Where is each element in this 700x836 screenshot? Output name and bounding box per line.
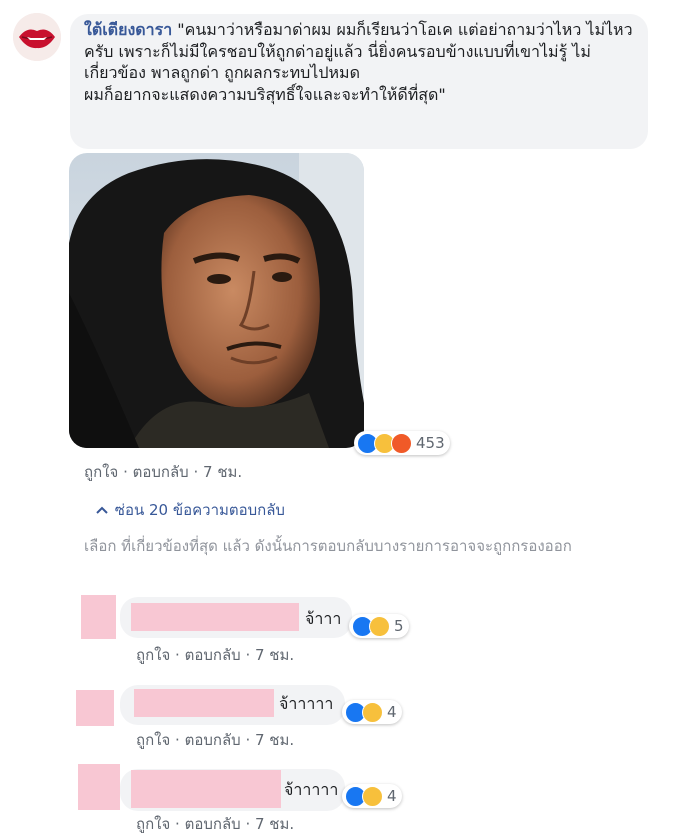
reply-reactions[interactable]: 4: [342, 784, 402, 808]
reply-avatar[interactable]: [76, 690, 114, 726]
reply-timestamp[interactable]: 7 ชม.: [255, 815, 294, 833]
redacted-author: [131, 770, 281, 808]
like-link[interactable]: ถูกใจ: [84, 463, 118, 481]
reply-timestamp[interactable]: 7 ชม.: [255, 731, 294, 749]
hooded-man-photo: [69, 153, 364, 448]
reply-link[interactable]: ตอบกลับ: [185, 646, 241, 664]
reply-actions: ถูกใจ · ตอบกลับ · 7 ชม.: [136, 731, 295, 749]
reply-reactions[interactable]: 5: [349, 614, 409, 638]
reply-reactions[interactable]: 4: [342, 700, 402, 724]
reply-text: จ้าาา: [305, 609, 342, 628]
commenter-avatar[interactable]: [13, 13, 61, 61]
reply-timestamp[interactable]: 7 ชม.: [255, 646, 294, 664]
reaction-count: 4: [387, 787, 397, 805]
reaction-count: 4: [387, 703, 397, 721]
reply-link[interactable]: ตอบกลับ: [185, 731, 241, 749]
hide-replies-label: ซ่อน 20 ข้อความตอบกลับ: [114, 501, 285, 519]
reply-avatar[interactable]: [78, 764, 120, 810]
reply-actions: ถูกใจ · ตอบกลับ · 7 ชม.: [136, 815, 295, 833]
hide-replies-toggle[interactable]: ซ่อน 20 ข้อความตอบกลับ: [96, 498, 285, 522]
reply-link[interactable]: ตอบกลับ: [185, 815, 241, 833]
reply-text: จ้าาาาา: [284, 780, 339, 799]
haha-reaction-icon: [362, 785, 383, 807]
like-link[interactable]: ถูกใจ: [136, 815, 170, 833]
lips-logo-icon: [13, 13, 61, 61]
redacted-author: [131, 603, 299, 631]
reply-text: จ้าาาาา: [279, 694, 334, 713]
redacted-author: [134, 689, 274, 717]
comment-timestamp[interactable]: 7 ชม.: [203, 463, 242, 481]
reaction-count: 453: [416, 434, 445, 452]
reaction-count: 5: [394, 617, 404, 635]
reply-avatar[interactable]: [81, 595, 116, 639]
angry-reaction-icon: [391, 432, 412, 454]
comment-photo[interactable]: [69, 153, 364, 448]
separator-dot: ·: [193, 463, 204, 481]
comment-actions: ถูกใจ · ตอบกลับ · 7 ชม.: [84, 460, 242, 484]
like-link[interactable]: ถูกใจ: [136, 731, 170, 749]
haha-reaction-icon: [362, 701, 383, 723]
filter-notice: เลือก ที่เกี่ยวข้องที่สุด แล้ว ดังนั้นกา…: [84, 537, 572, 555]
reply-link[interactable]: ตอบกลับ: [133, 463, 189, 481]
comment-body: ใต้เตียงดารา "คนมาว่าหรือมาด่าผม ผมก็เรี…: [84, 19, 644, 105]
like-link[interactable]: ถูกใจ: [136, 646, 170, 664]
comment-author[interactable]: ใต้เตียงดารา: [84, 20, 172, 39]
reply-actions: ถูกใจ · ตอบกลับ · 7 ชม.: [136, 646, 295, 664]
reactions-summary[interactable]: 453: [354, 431, 450, 455]
separator-dot: ·: [123, 463, 133, 481]
chevron-up-icon: [96, 501, 110, 519]
haha-reaction-icon: [369, 615, 390, 637]
